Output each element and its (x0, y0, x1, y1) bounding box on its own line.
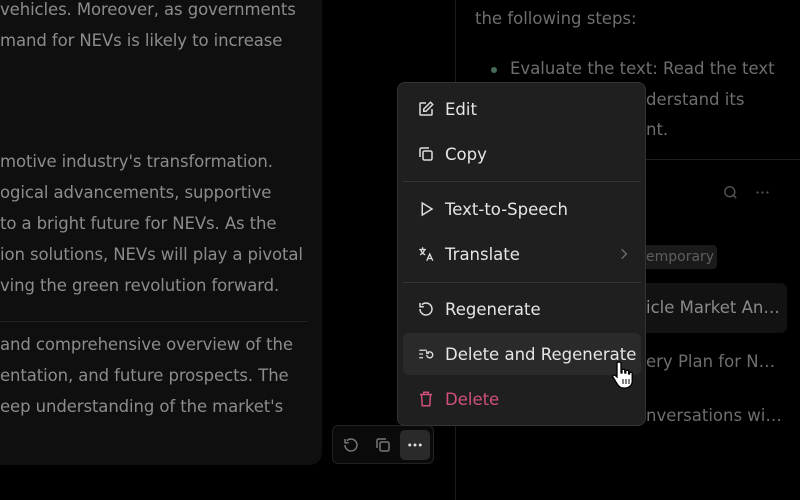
menu-item-edit[interactable]: Edit (403, 88, 641, 130)
regenerate-icon (344, 438, 358, 452)
divider (640, 159, 800, 160)
message-context-menu: Edit Copy Text-to-Speech Translate Regen… (397, 82, 646, 426)
menu-item-delete[interactable]: Delete (403, 378, 641, 420)
divider (0, 321, 308, 322)
menu-item-label: Translate (445, 244, 520, 264)
copy-icon (376, 438, 390, 452)
hand-cursor-icon (612, 361, 633, 389)
translate-icon (419, 247, 434, 262)
temporary-tag: emporary (640, 245, 717, 269)
search-icon[interactable] (722, 184, 739, 201)
more-icon[interactable] (754, 184, 771, 201)
menu-divider (403, 181, 641, 182)
conversation-item[interactable]: icle Market An… (646, 298, 780, 317)
text-line: ion solutions, NEVs will play a pivotal (0, 245, 303, 264)
regenerate-icon (419, 302, 433, 316)
more-button[interactable] (400, 430, 430, 460)
text-line: and comprehensive overview of the (0, 335, 293, 354)
menu-item-label: Edit (445, 99, 477, 119)
menu-item-label: Delete (445, 389, 500, 409)
text-line: eep understanding of the market's (0, 397, 284, 416)
menu-item-copy[interactable]: Copy (403, 133, 641, 175)
text-line: vehicles. Moreover, as governments (0, 0, 296, 19)
menu-item-label: Regenerate (445, 299, 541, 319)
right-text: the following steps: (475, 9, 637, 28)
regenerate-button[interactable] (336, 430, 366, 460)
text-line: ogical advancements, supportive (0, 183, 272, 202)
text-line: ving the green revolution forward. (0, 276, 280, 295)
menu-item-label: Delete and Regenerate (445, 344, 637, 364)
text-line: mand for NEVs is likely to increase (0, 31, 283, 50)
right-text: Evaluate the text: Read the text (510, 59, 775, 78)
menu-item-text-to-speech[interactable]: Text-to-Speech (403, 188, 641, 230)
text-line: entation, and future prospects. The (0, 366, 289, 385)
delete-regenerate-icon (419, 349, 434, 359)
trash-icon (420, 391, 432, 407)
message-action-bar (332, 425, 434, 464)
menu-item-delete-and-regenerate[interactable]: Delete and Regenerate (403, 333, 641, 375)
copy-button[interactable] (368, 430, 398, 460)
conversation-item[interactable]: ery Plan for N… (646, 352, 775, 371)
edit-icon (419, 101, 434, 116)
text-line: motive industry's transformation. (0, 152, 273, 171)
right-text: derstand its (646, 90, 745, 109)
play-icon (421, 201, 434, 217)
more-icon (408, 443, 422, 447)
conversation-item[interactable]: nversations wi… (646, 406, 782, 425)
menu-divider (403, 282, 641, 283)
menu-item-label: Copy (445, 144, 487, 164)
menu-item-translate[interactable]: Translate (403, 233, 641, 275)
text-line: to a bright future for NEVs. As the (0, 214, 277, 233)
bullet (491, 67, 497, 73)
menu-item-label: Text-to-Speech (445, 199, 568, 219)
copy-icon (419, 147, 433, 161)
chevron-right-icon (621, 248, 628, 260)
right-text: nt. (646, 120, 669, 139)
menu-item-regenerate[interactable]: Regenerate (403, 288, 641, 330)
